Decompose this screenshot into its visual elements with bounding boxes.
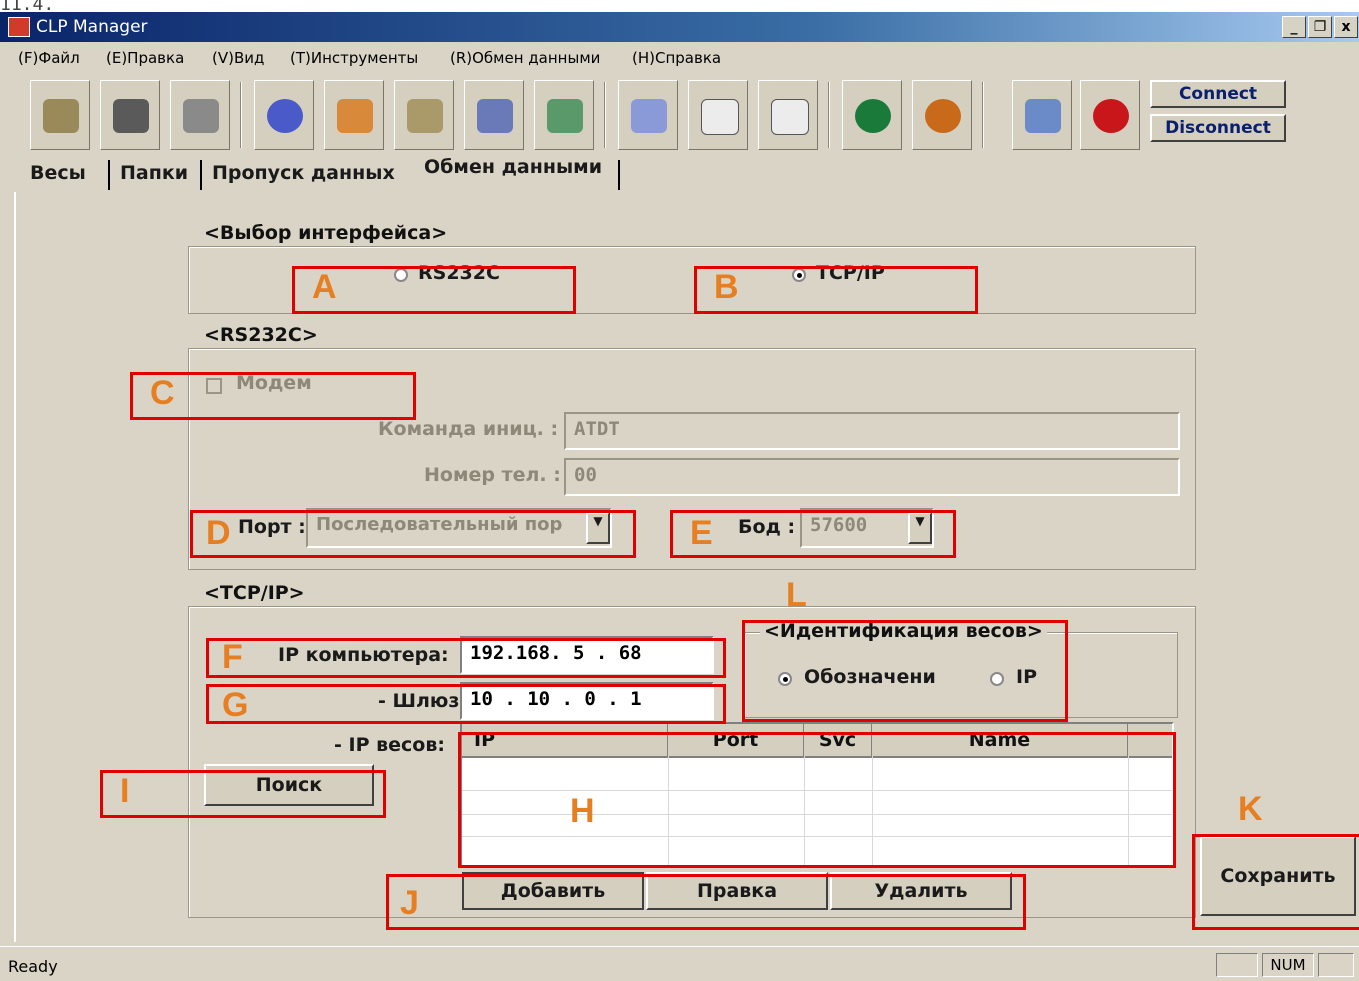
folder-icon bbox=[43, 99, 79, 133]
toolbar: Connect Disconnect bbox=[8, 76, 1358, 158]
tools-icon bbox=[1025, 99, 1061, 133]
callout-label-k: K bbox=[1238, 790, 1263, 828]
callout-box-d bbox=[190, 510, 636, 558]
status-text: Ready bbox=[8, 957, 58, 976]
app-window: CLP Manager _ ❐ x (F)Файл (E)Правка (V)В… bbox=[0, 12, 1359, 981]
printer-icon bbox=[183, 99, 219, 133]
callout-box-g bbox=[206, 684, 726, 724]
callout-label-f: F bbox=[222, 638, 243, 676]
print-button[interactable] bbox=[170, 80, 230, 150]
callout-label-h: H bbox=[570, 792, 595, 830]
receive-button[interactable] bbox=[912, 80, 972, 150]
rs232c-group-legend: <RS232C> bbox=[200, 324, 322, 346]
scale-2-button[interactable] bbox=[464, 80, 524, 150]
interface-group-legend: <Выбор интерфейса> bbox=[200, 222, 452, 244]
callout-box-h bbox=[458, 732, 1176, 868]
settings-button[interactable] bbox=[1012, 80, 1072, 150]
callout-label-g: G bbox=[222, 686, 249, 724]
callout-box-j bbox=[386, 874, 1026, 930]
menu-data-exchange[interactable]: (R)Обмен данными bbox=[450, 49, 600, 67]
menu-file[interactable]: (F)Файл bbox=[18, 49, 80, 67]
window-title: CLP Manager bbox=[36, 17, 148, 37]
upload-arrow-icon bbox=[855, 99, 891, 133]
phone-label: Номер тел. : bbox=[424, 464, 561, 486]
group-icon bbox=[631, 99, 667, 133]
tab-data-exchange[interactable]: Обмен данными bbox=[424, 148, 602, 186]
menu-edit[interactable]: (E)Правка bbox=[106, 49, 184, 67]
callout-box-f bbox=[206, 638, 726, 678]
phone-field[interactable]: 00 bbox=[564, 458, 1180, 496]
toolbar-separator bbox=[828, 82, 830, 148]
toolbar-separator bbox=[240, 82, 242, 148]
tab-divider bbox=[108, 160, 110, 190]
callout-label-b: B bbox=[714, 268, 739, 306]
scale-number-icon bbox=[477, 99, 513, 133]
favorites-button[interactable] bbox=[324, 80, 384, 150]
tab-scales[interactable]: Весы bbox=[30, 154, 86, 192]
send-button[interactable] bbox=[842, 80, 902, 150]
open-folder-button[interactable] bbox=[30, 80, 90, 150]
record-button[interactable] bbox=[1080, 80, 1140, 150]
group-button[interactable] bbox=[618, 80, 678, 150]
status-bar: Ready NUM bbox=[0, 946, 1359, 981]
callout-label-d: D bbox=[206, 514, 231, 552]
toolbar-separator bbox=[604, 82, 606, 148]
callout-box-i bbox=[100, 770, 386, 818]
title-bar: CLP Manager _ ❐ x bbox=[0, 12, 1359, 42]
star-icon bbox=[337, 99, 373, 133]
minimize-button[interactable]: _ bbox=[1282, 16, 1306, 38]
keyboard-icon bbox=[771, 99, 809, 135]
label-icon bbox=[701, 99, 739, 135]
menu-view[interactable]: (V)Вид bbox=[212, 49, 264, 67]
users-icon bbox=[547, 99, 583, 133]
save-file-button[interactable] bbox=[100, 80, 160, 150]
callout-label-i: I bbox=[120, 772, 130, 810]
tab-bar: Весы Папки Пропуск данных Обмен данными bbox=[14, 154, 1344, 192]
keyboard-button[interactable] bbox=[758, 80, 818, 150]
menu-bar: (F)Файл (E)Правка (V)Вид (T)Инструменты … bbox=[0, 42, 1359, 74]
plu-button[interactable] bbox=[254, 80, 314, 150]
users-button[interactable] bbox=[534, 80, 594, 150]
tab-divider bbox=[200, 160, 202, 190]
restore-button[interactable]: ❐ bbox=[1308, 16, 1332, 38]
status-panel-caps bbox=[1216, 953, 1258, 977]
tab-divider bbox=[618, 160, 620, 190]
data-exchange-pane: <Выбор интерфейса> RS232C TCP/IP <RS232C… bbox=[14, 192, 1359, 942]
disconnect-button[interactable]: Disconnect bbox=[1150, 114, 1286, 142]
callout-label-c: C bbox=[150, 374, 175, 412]
scale-button[interactable] bbox=[394, 80, 454, 150]
download-arrow-icon bbox=[925, 99, 961, 133]
connect-button[interactable]: Connect bbox=[1150, 80, 1286, 108]
tcpip-group-legend: <TCP/IP> bbox=[200, 582, 309, 604]
menu-help[interactable]: (H)Справка bbox=[632, 49, 721, 67]
tab-folders[interactable]: Папки bbox=[120, 154, 188, 192]
callout-box-e bbox=[670, 510, 956, 558]
close-button[interactable]: x bbox=[1334, 16, 1358, 38]
callout-box-l bbox=[742, 620, 1068, 722]
app-logo-icon bbox=[8, 17, 30, 37]
init-command-field[interactable]: ATDT bbox=[564, 412, 1180, 450]
scale-icon bbox=[407, 99, 443, 133]
callout-box-k bbox=[1192, 834, 1359, 930]
init-command-label: Команда иниц. : bbox=[378, 418, 559, 440]
scale-ip-label: - IP весов: bbox=[334, 734, 445, 756]
status-panel-scroll bbox=[1318, 953, 1354, 977]
callout-label-j: J bbox=[400, 884, 419, 922]
plu-icon bbox=[267, 99, 303, 133]
label-button[interactable] bbox=[688, 80, 748, 150]
floppy-icon bbox=[113, 99, 149, 133]
callout-label-e: E bbox=[690, 514, 713, 552]
toolbar-separator bbox=[982, 82, 984, 148]
red-light-icon bbox=[1093, 99, 1129, 133]
status-panel-num: NUM bbox=[1262, 953, 1314, 977]
callout-label-a: A bbox=[312, 268, 337, 306]
callout-label-l: L bbox=[786, 576, 807, 614]
menu-tools[interactable]: (T)Инструменты bbox=[290, 49, 418, 67]
tab-skip-data[interactable]: Пропуск данных bbox=[212, 154, 395, 192]
